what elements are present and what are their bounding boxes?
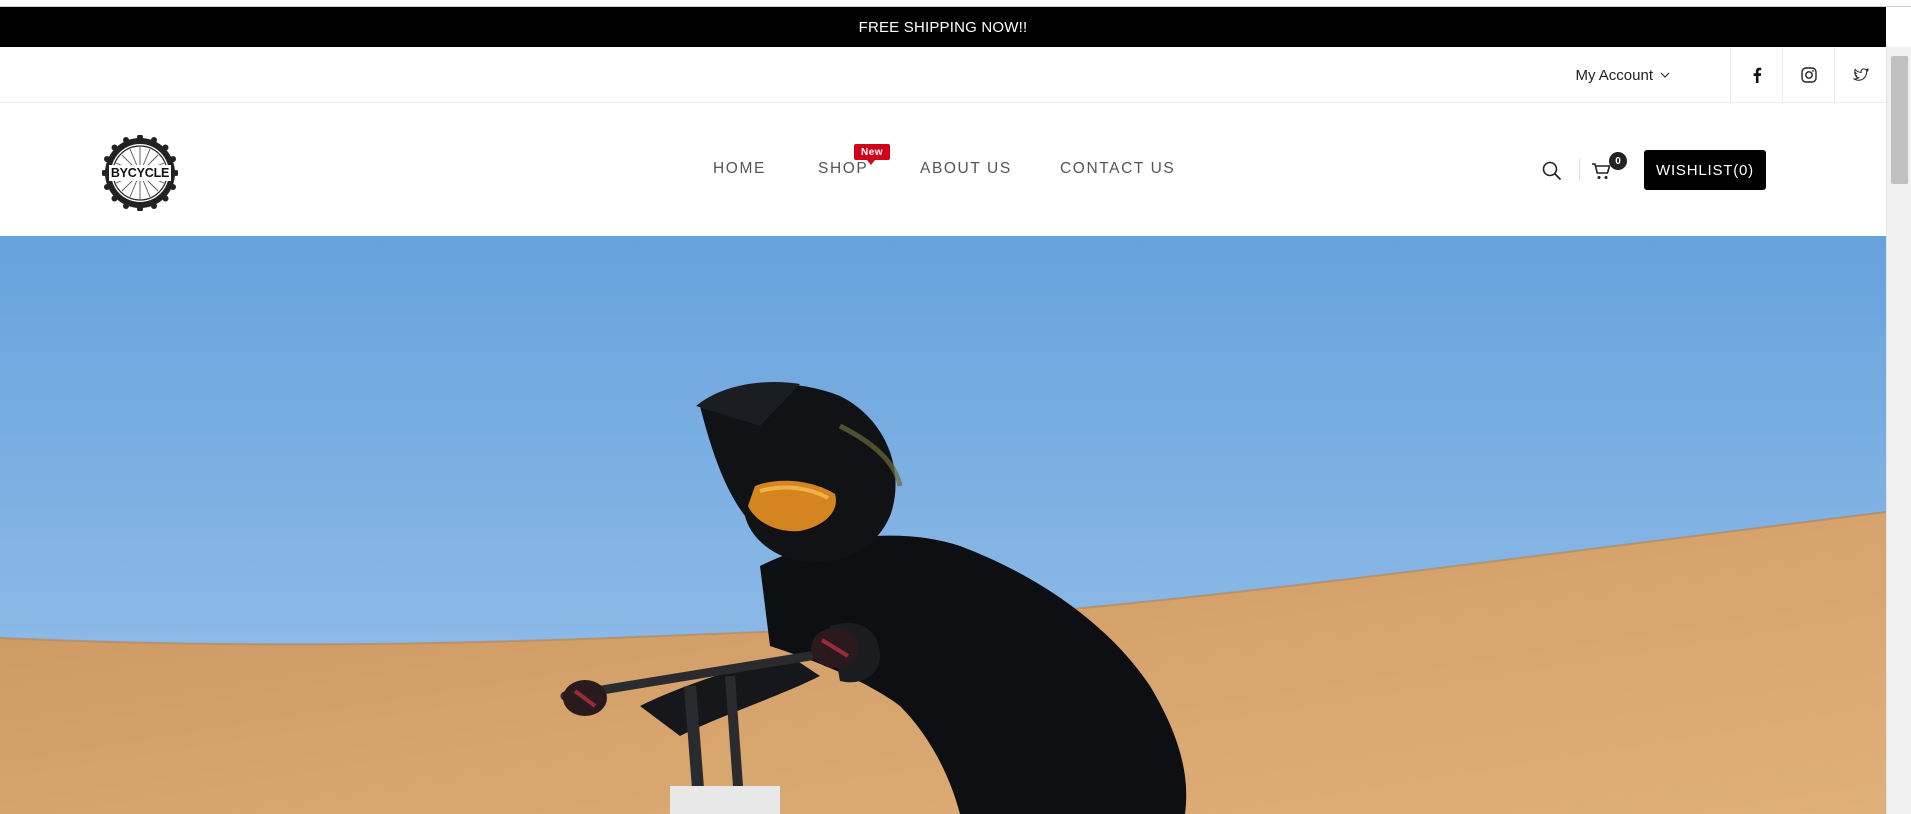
- wishlist-button[interactable]: WISHLIST(0): [1644, 150, 1766, 190]
- header-divider: [1579, 159, 1580, 181]
- twitter-link[interactable]: [1834, 47, 1886, 103]
- page-scrollbar[interactable]: [1886, 47, 1911, 814]
- browser-top-edge: [0, 0, 1911, 7]
- facebook-icon: [1753, 67, 1761, 83]
- site-logo[interactable]: BYCYCLE: [101, 134, 179, 212]
- twitter-icon: [1852, 68, 1869, 81]
- nav-home[interactable]: HOME: [713, 160, 766, 178]
- search-button[interactable]: [1541, 160, 1563, 182]
- facebook-link[interactable]: [1730, 47, 1782, 103]
- new-badge: New: [854, 144, 890, 165]
- my-account-label: My Account: [1575, 66, 1653, 84]
- hero-banner: [0, 236, 1886, 814]
- instagram-link[interactable]: [1782, 47, 1834, 103]
- announcement-text: FREE SHIPPING NOW!!: [858, 18, 1028, 36]
- top-bar: My Account: [0, 47, 1886, 103]
- nav-about-us[interactable]: ABOUT US: [920, 160, 1012, 178]
- scrollbar-thumb[interactable]: [1891, 56, 1908, 184]
- search-icon: [1542, 161, 1562, 181]
- chevron-down-icon: [1660, 72, 1670, 78]
- nav-shop[interactable]: SHOP: [818, 160, 868, 178]
- hero-image: [0, 236, 1886, 814]
- social-links: [1730, 47, 1886, 103]
- nav-contact-us[interactable]: CONTACT US: [1060, 160, 1175, 178]
- announcement-bar: FREE SHIPPING NOW!!: [0, 7, 1886, 47]
- instagram-icon: [1800, 67, 1817, 83]
- logo-text: BYCYCLE: [108, 165, 172, 181]
- cart-count-badge: 0: [1609, 152, 1627, 170]
- my-account-dropdown[interactable]: My Account: [1575, 47, 1671, 103]
- main-header: BYCYCLE HOME SHOP New ABOUT US CONTACT U…: [0, 103, 1886, 236]
